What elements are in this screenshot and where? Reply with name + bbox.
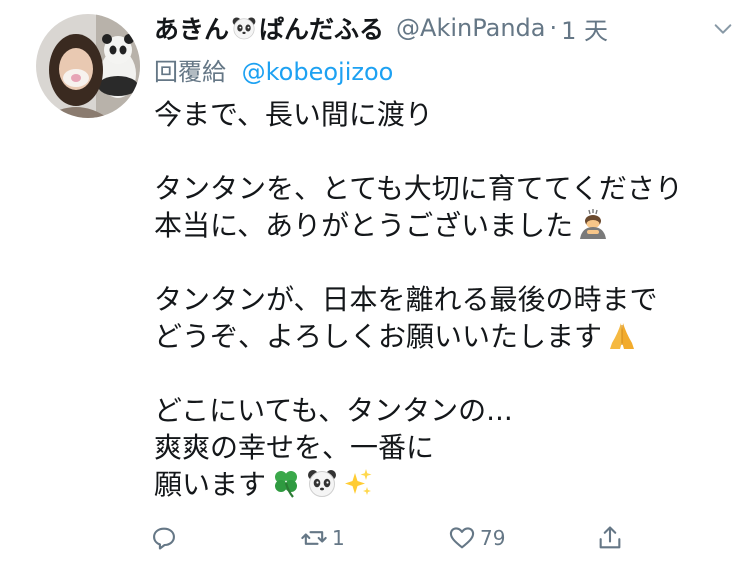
- display-name-2[interactable]: ぱんだふる: [259, 10, 384, 46]
- text-line: 今まで、長い間に渡り: [154, 98, 433, 131]
- person-bowing-icon: [577, 208, 609, 240]
- reply-user-link[interactable]: @kobeojizoo: [242, 58, 394, 86]
- share-button[interactable]: [596, 520, 624, 556]
- reply-to: 回覆給 @kobeojizoo: [154, 52, 393, 87]
- action-bar: 1 79: [150, 520, 640, 556]
- text-line: タンタンが、日本を離れる最後の時まで: [154, 283, 658, 316]
- avatar[interactable]: [36, 14, 140, 118]
- like-button[interactable]: 79: [448, 520, 505, 556]
- tweet-text: 今まで、長い間に渡り タンタンを、とても大切に育ててくださり 本当に、ありがとう…: [154, 96, 683, 503]
- text-line: タンタンを、とても大切に育ててくださり: [154, 172, 683, 205]
- user-handle[interactable]: @AkinPanda: [396, 14, 545, 42]
- reply-button[interactable]: [150, 520, 182, 556]
- folded-hands-icon: [606, 319, 638, 351]
- four-leaf-clover-icon: [270, 467, 302, 499]
- text-line: 本当に、ありがとうございました: [154, 207, 683, 244]
- retweet-count: 1: [332, 526, 345, 550]
- display-name[interactable]: あきん: [154, 10, 229, 46]
- text-line: 爽爽の幸せを、一番に: [154, 431, 435, 464]
- reply-icon: [153, 527, 175, 550]
- text-line: 願います: [154, 466, 683, 503]
- chevron-down-icon[interactable]: [712, 18, 734, 40]
- panda-face-icon: [231, 15, 257, 41]
- reply-label: 回覆給: [154, 58, 226, 86]
- like-count: 79: [480, 526, 506, 550]
- retweet-button[interactable]: 1: [300, 520, 345, 556]
- sparkles-icon: [342, 467, 374, 499]
- panda-face-icon: [306, 467, 338, 499]
- retweet-icon: [301, 531, 327, 545]
- share-icon: [599, 526, 621, 549]
- tweet-header: あきん ぱんだふる @AkinPanda · 1 天: [154, 8, 744, 48]
- heart-icon: [449, 527, 475, 549]
- text-line: どこにいても、タンタンの...: [154, 394, 513, 427]
- timestamp[interactable]: 1 天: [561, 11, 608, 46]
- separator-dot: ·: [549, 14, 558, 42]
- text-line: どうぞ、よろしくお願いいたします: [154, 318, 683, 355]
